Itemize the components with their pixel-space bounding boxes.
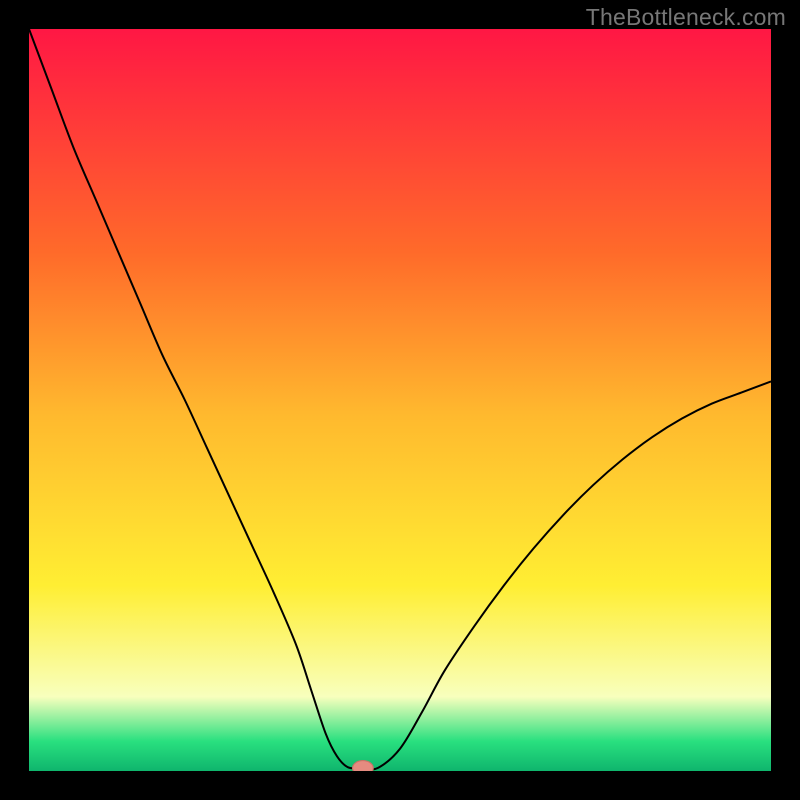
chart-frame: TheBottleneck.com: [0, 0, 800, 800]
watermark-text: TheBottleneck.com: [586, 4, 786, 31]
chart-area: [29, 29, 771, 771]
optimal-point-marker: [353, 761, 374, 771]
chart-svg: [29, 29, 771, 771]
gradient-background: [29, 29, 771, 771]
